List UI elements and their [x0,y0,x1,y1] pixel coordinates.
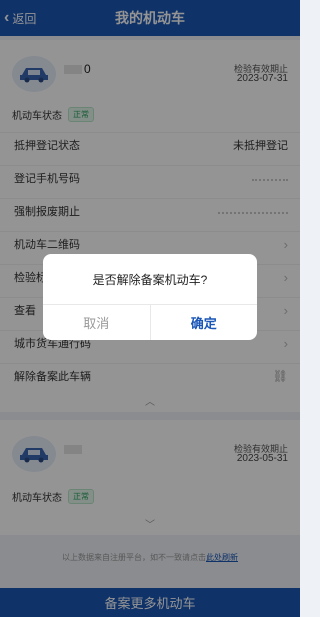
dialog-buttons: 取消 确定 [43,304,257,340]
confirm-dialog: 是否解除备案机动车? 取消 确定 [43,254,257,340]
cancel-button[interactable]: 取消 [43,305,151,340]
confirm-button[interactable]: 确定 [151,305,258,340]
dialog-message: 是否解除备案机动车? [92,272,208,287]
